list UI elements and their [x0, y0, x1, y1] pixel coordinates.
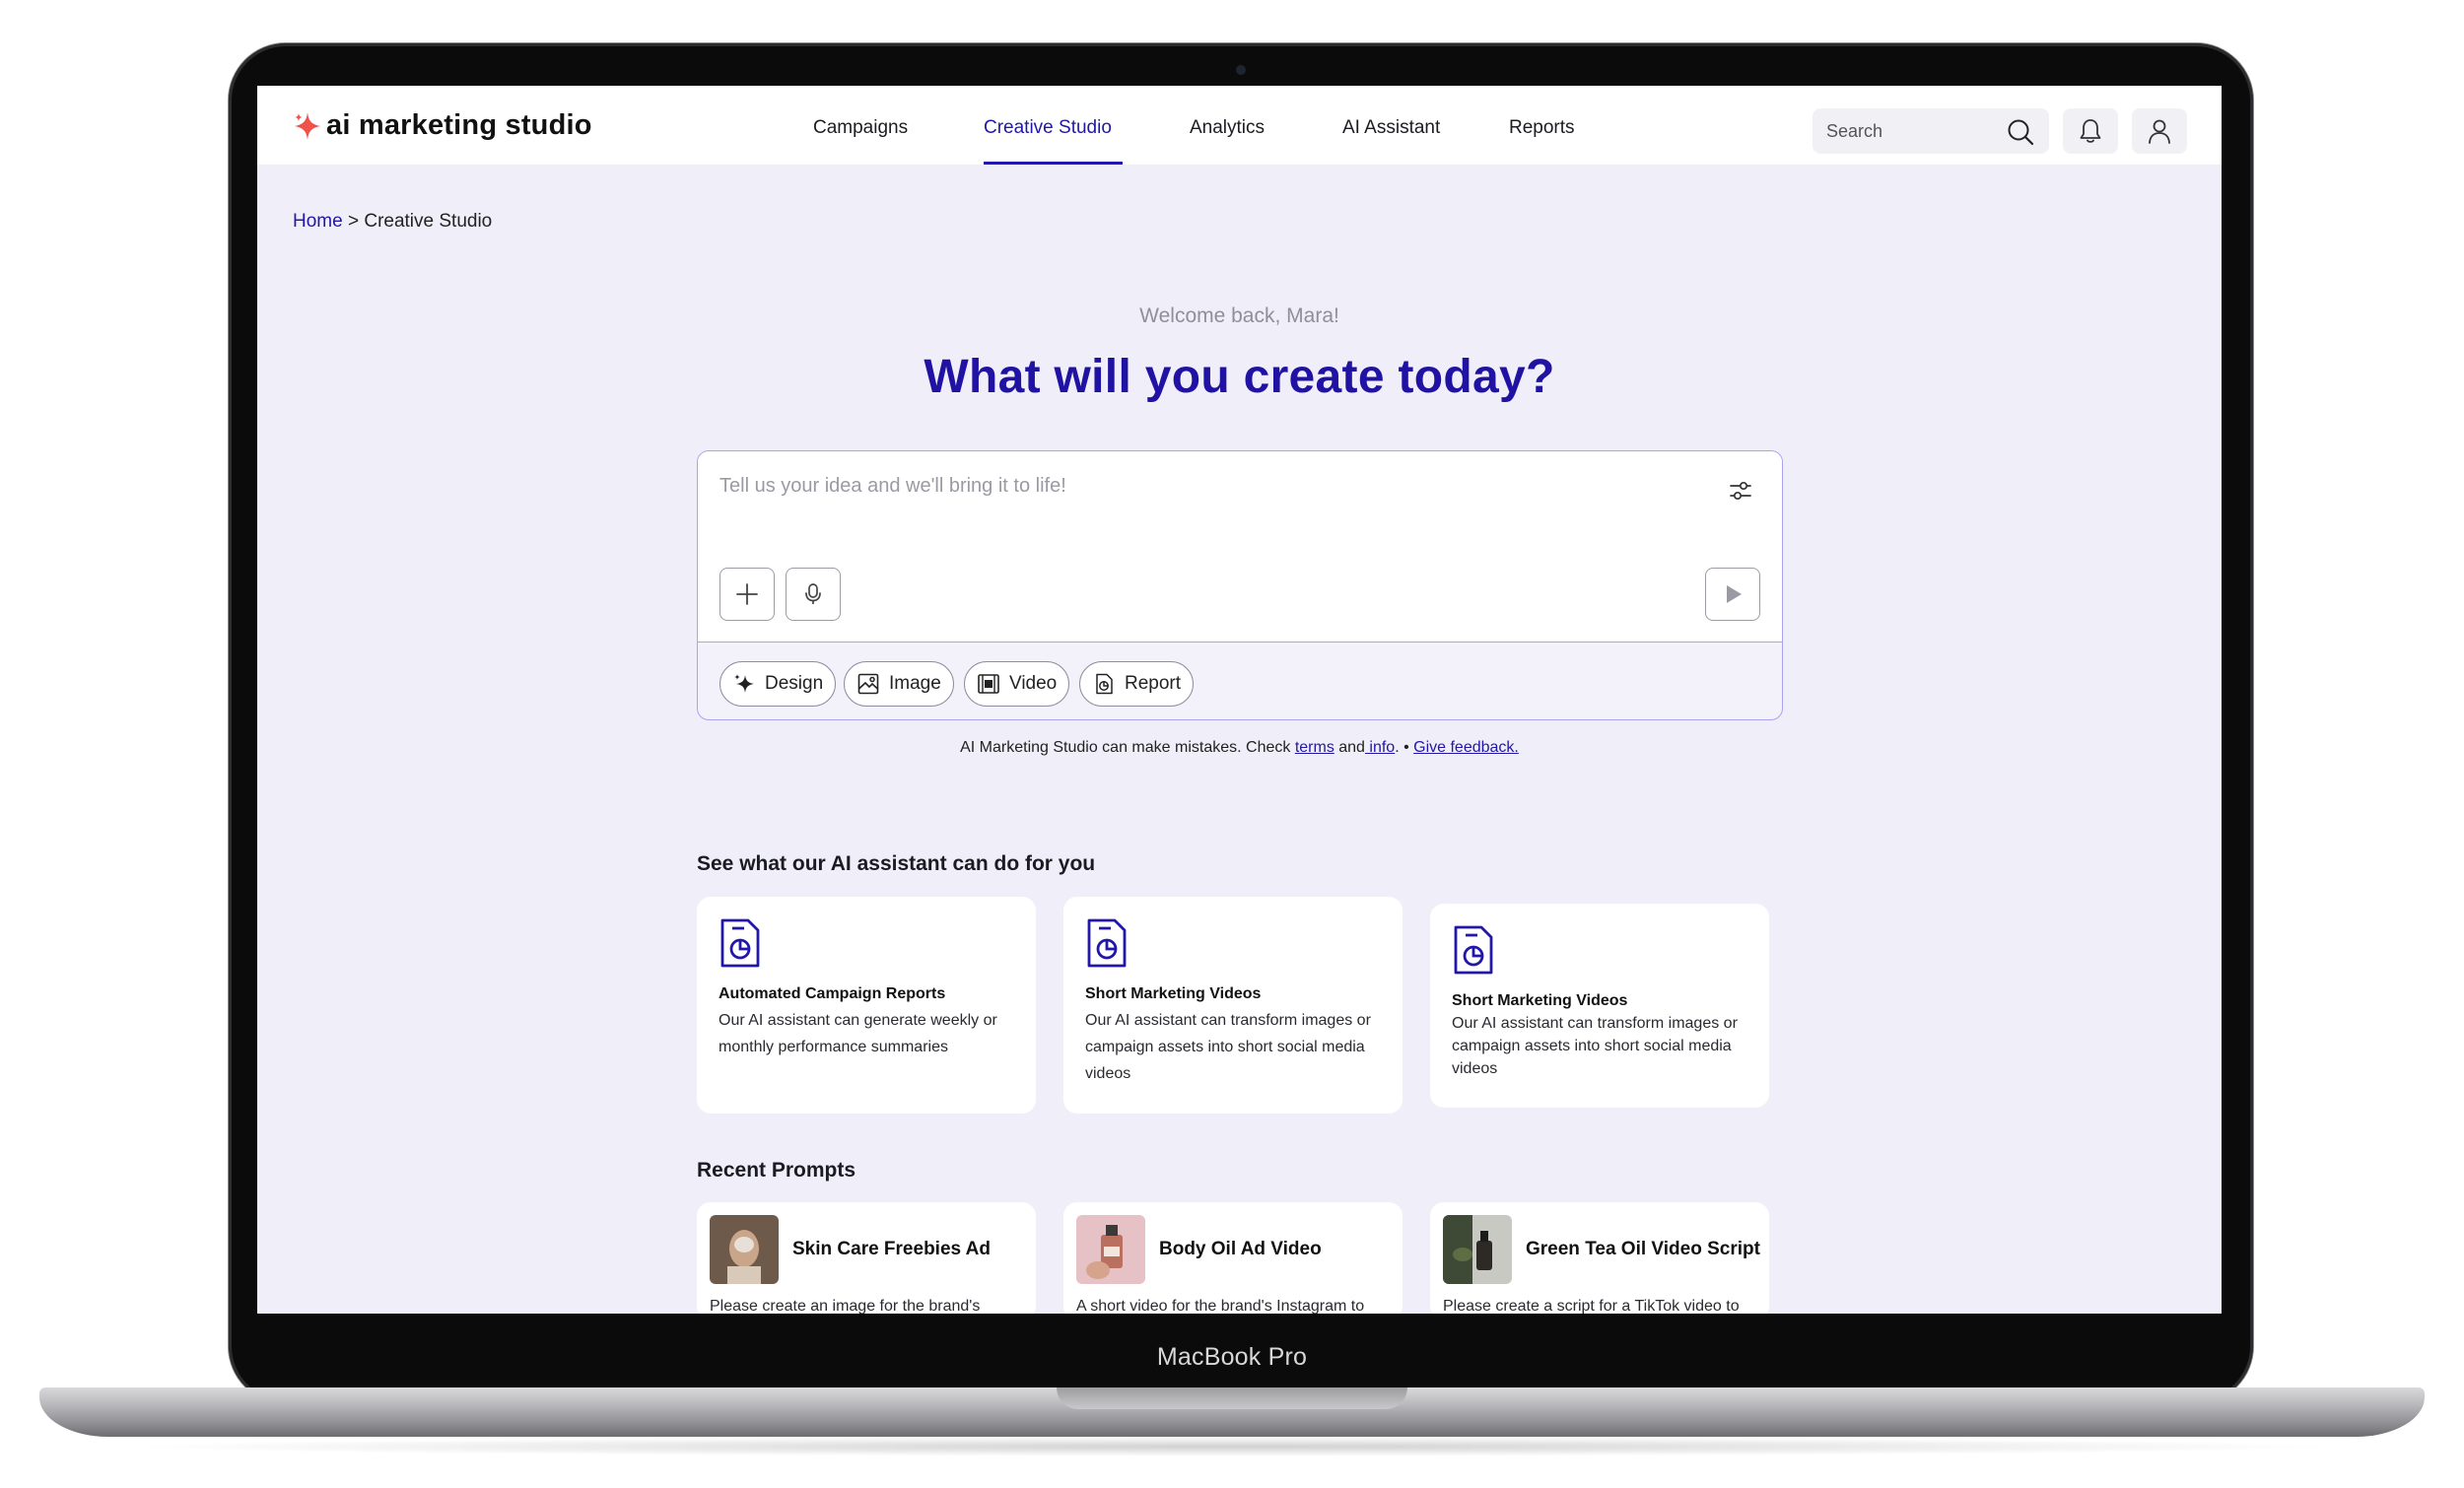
nav-campaigns[interactable]: Campaigns [813, 117, 908, 139]
report-icon [1096, 673, 1113, 695]
laptop-shadow [118, 1437, 2346, 1456]
disclaimer: AI Marketing Studio can make mistakes. C… [257, 739, 2222, 757]
notifications-button[interactable] [2063, 108, 2118, 154]
design-chip[interactable]: Design [719, 661, 837, 707]
disclaimer-text: AI Marketing Studio can make mistakes. C… [960, 739, 1295, 756]
capability-title: Short Marketing Videos [1085, 985, 1262, 1002]
profile-button[interactable] [2132, 108, 2187, 154]
recent-prompt-preview: A short video for the brand's Instagram … [1076, 1298, 1365, 1314]
recent-prompt-title: Green Tea Oil Video Script [1526, 1239, 1760, 1259]
page-headline: What will you create today? [924, 351, 1555, 403]
voice-input-button[interactable] [786, 568, 841, 621]
recent-prompts-title: Recent Prompts [697, 1159, 856, 1182]
feedback-link[interactable]: Give feedback. [1413, 739, 1519, 756]
search-box[interactable] [1813, 108, 2049, 154]
design-chip-label: Design [765, 673, 824, 694]
recent-prompt-preview: Please create an image for the brand's [710, 1298, 981, 1314]
send-icon [1727, 585, 1742, 603]
disclaimer-separator: . • [1395, 739, 1414, 756]
recent-prompt-title: Skin Care Freebies Ad [792, 1239, 991, 1259]
recent-prompt-title: Body Oil Ad Video [1159, 1239, 1322, 1259]
laptop-notch [1057, 1387, 1407, 1409]
breadcrumb-current: Creative Studio [364, 211, 493, 232]
nav-analytics[interactable]: Analytics [1190, 117, 1265, 139]
search-input[interactable] [1826, 120, 1994, 142]
image-chip-label: Image [889, 673, 941, 694]
image-icon [857, 673, 879, 695]
settings-sliders-icon[interactable] [1727, 477, 1754, 505]
top-bar: ai marketing studio Campaigns Creative S… [257, 86, 2222, 165]
info-link[interactable]: info [1365, 739, 1395, 756]
film-icon [978, 674, 999, 694]
prompt-composer: Design Image Video R [697, 450, 1783, 720]
capability-description: Our AI assistant can transform images or… [1452, 1015, 1738, 1077]
recent-prompt-card[interactable]: Skin Care Freebies Ad Please create an i… [697, 1202, 1036, 1314]
nav-reports[interactable]: Reports [1509, 117, 1575, 139]
search-icon[interactable] [2006, 117, 2035, 147]
video-chip-label: Video [1009, 673, 1058, 694]
screen: ai marketing studio Campaigns Creative S… [257, 86, 2222, 1314]
prompt-input[interactable] [719, 475, 1685, 498]
capability-title: Short Marketing Videos [1452, 992, 1628, 1009]
sparkle-icon [734, 674, 754, 693]
device-label: MacBook Pro [1156, 1343, 1308, 1371]
send-button[interactable] [1705, 568, 1760, 621]
plus-icon [736, 583, 758, 605]
active-tab-indicator [984, 162, 1123, 165]
nav-creative-studio[interactable]: Creative Studio [984, 117, 1112, 139]
report-chip[interactable]: Report [1079, 661, 1195, 707]
capability-card[interactable]: Short Marketing Videos Our AI assistant … [1063, 897, 1403, 1114]
breadcrumb-separator: > [342, 211, 365, 232]
report-icon [1087, 918, 1127, 968]
terms-link[interactable]: terms [1295, 739, 1335, 756]
green-tea-thumbnail [1443, 1215, 1512, 1284]
bell-icon [2080, 119, 2101, 143]
nav-ai-assistant[interactable]: AI Assistant [1342, 117, 1440, 139]
breadcrumb-home-link[interactable]: Home [293, 211, 343, 232]
capabilities-title: See what our AI assistant can do for you [697, 852, 1096, 875]
prompt-input-area [698, 451, 1782, 643]
recent-prompt-card[interactable]: Body Oil Ad Video A short video for the … [1063, 1202, 1403, 1314]
skin-care-thumbnail [710, 1215, 779, 1284]
disclaimer-and: and [1334, 739, 1365, 756]
report-icon [720, 918, 760, 968]
report-chip-label: Report [1125, 673, 1182, 694]
add-attachment-button[interactable] [719, 568, 775, 621]
capability-description: Our AI assistant can generate weekly or … [719, 1012, 997, 1055]
user-icon [2149, 119, 2170, 144]
capability-title: Automated Campaign Reports [719, 985, 946, 1002]
video-chip[interactable]: Video [964, 661, 1070, 707]
capability-card[interactable]: Short Marketing Videos Our AI assistant … [1430, 904, 1769, 1108]
capability-card[interactable]: Automated Campaign Reports Our AI assist… [697, 897, 1036, 1114]
image-chip[interactable]: Image [844, 661, 954, 707]
camera [1236, 65, 1246, 75]
body-oil-thumbnail [1076, 1215, 1145, 1284]
welcome-message: Welcome back, Mara! [1139, 304, 1339, 327]
breadcrumb: Home > Creative Studio [293, 211, 492, 233]
microphone-icon [805, 583, 821, 604]
recent-prompt-preview: Please create a script for a TikTok vide… [1443, 1298, 1740, 1314]
recent-prompt-card[interactable]: Green Tea Oil Video Script Please create… [1430, 1202, 1769, 1314]
capability-description: Our AI assistant can transform images or… [1085, 1012, 1371, 1082]
report-icon [1454, 925, 1493, 975]
